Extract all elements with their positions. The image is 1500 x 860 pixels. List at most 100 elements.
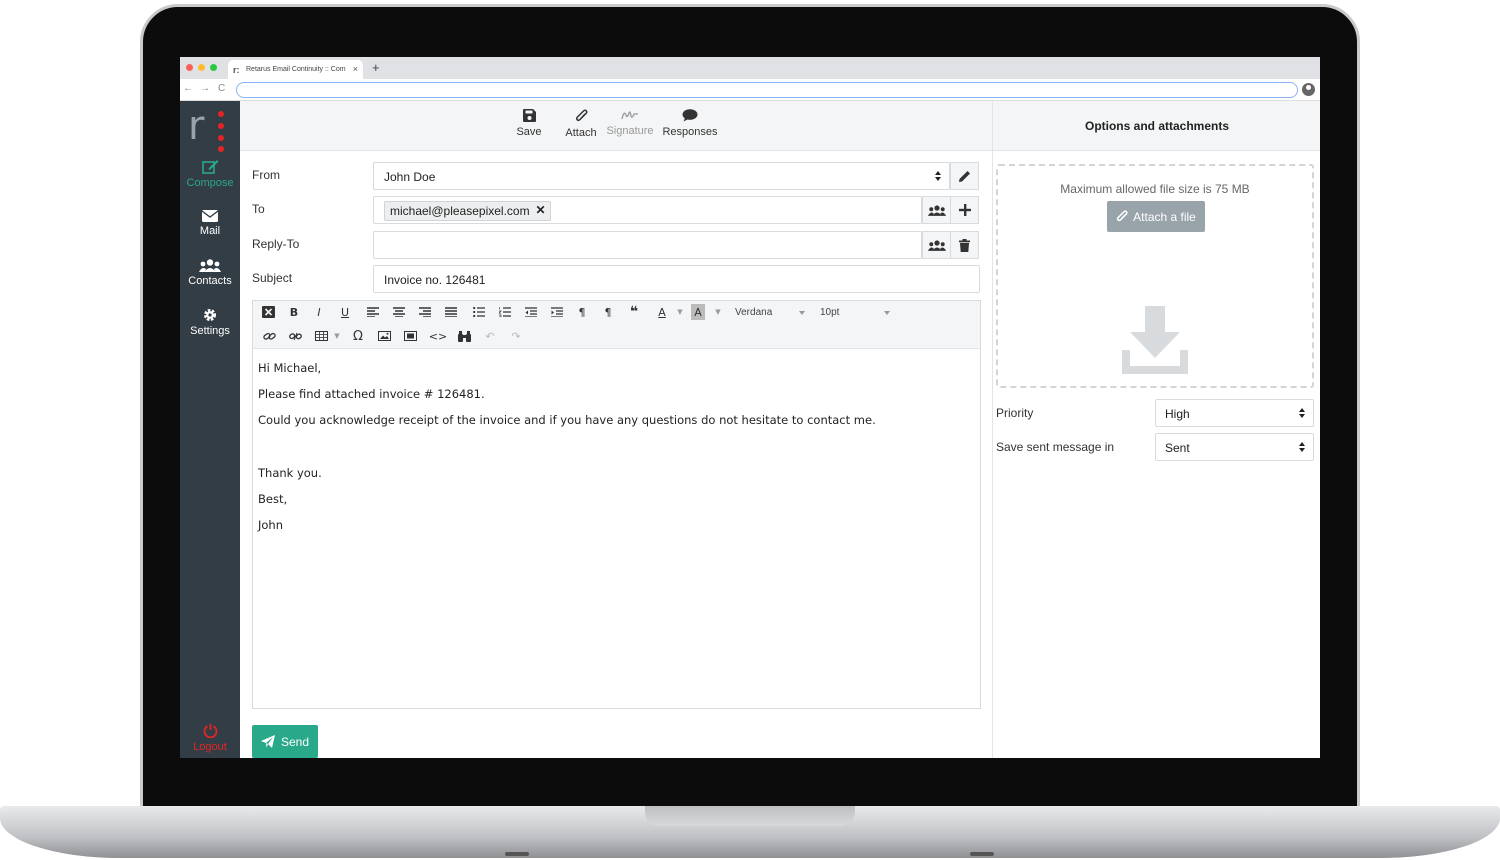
text-color-icon[interactable]: A (653, 304, 671, 320)
table-dropdown-icon[interactable]: ▼ (328, 328, 346, 344)
save-sent-label: Save sent message in (996, 440, 1115, 454)
align-left-icon[interactable] (364, 304, 382, 320)
clear-format-icon[interactable] (259, 304, 277, 320)
sidebar-item-compose[interactable]: Compose (180, 159, 240, 189)
indent-icon[interactable] (548, 304, 566, 320)
priority-label: Priority (996, 406, 1034, 420)
new-tab-button[interactable]: + (372, 60, 380, 75)
reply-to-label: Reply-To (252, 237, 300, 251)
close-window-button[interactable] (186, 64, 193, 71)
font-family-select[interactable]: Verdana (735, 307, 805, 321)
signature-button[interactable]: Signature (606, 109, 654, 137)
maximize-window-button[interactable] (210, 64, 217, 71)
attach-file-button[interactable]: Attach a file (1107, 201, 1205, 232)
background-color-icon[interactable]: A (691, 304, 705, 320)
italic-icon[interactable]: I (310, 304, 328, 320)
save-button[interactable]: Save (510, 109, 548, 138)
redo-icon[interactable]: ↷ (507, 328, 525, 344)
responses-button[interactable]: Responses (662, 109, 718, 138)
send-label: Send (280, 734, 310, 749)
save-sent-select[interactable]: Sent (1155, 433, 1314, 461)
find-replace-icon[interactable] (455, 328, 473, 344)
paperclip-icon (575, 109, 587, 122)
sidebar-item-label: Compose (186, 177, 234, 189)
message-editor[interactable]: B I U ¶ ¶ ❝ A ▼ A ▼ Verdana 10pt ▼ Ω <> … (252, 300, 981, 709)
from-select[interactable]: John Doe (373, 162, 950, 190)
sidebar-item-logout[interactable]: Logout (180, 723, 240, 753)
link-icon[interactable] (260, 328, 278, 344)
special-character-icon[interactable]: Ω (349, 328, 367, 344)
address-bar: ← → C (180, 79, 1320, 101)
align-justify-icon[interactable] (442, 304, 460, 320)
blockquote-icon[interactable]: ❝ (625, 304, 643, 320)
envelope-icon (202, 210, 218, 222)
ltr-direction-icon[interactable]: ¶ (599, 304, 617, 320)
attach-button[interactable]: Attach (560, 109, 602, 139)
app-sidebar: r Compose Mail Contacts Settings Logout (180, 101, 240, 758)
attachment-dropzone[interactable]: Maximum allowed file size is 75 MB Attac… (996, 164, 1314, 388)
reload-icon[interactable]: C (218, 83, 225, 94)
bold-icon[interactable]: B (285, 304, 303, 320)
url-input[interactable] (236, 82, 1298, 98)
underline-icon[interactable]: U (336, 304, 354, 320)
delete-reply-to-button[interactable] (950, 231, 979, 259)
bullet-list-icon[interactable] (470, 304, 488, 320)
subject-input[interactable]: Invoice no. 126481 (373, 265, 980, 293)
body-line: Thank you. (258, 466, 322, 480)
remove-recipient-icon[interactable]: ✕ (536, 203, 546, 217)
browser-tab[interactable]: r: Retarus Email Continuity :: Com × (228, 60, 363, 79)
laptop-foot (505, 852, 529, 856)
save-label: Save (516, 126, 542, 138)
send-button[interactable]: Send (252, 725, 318, 758)
users-icon (927, 239, 946, 251)
recipient-chip: michael@pleasepixel.com ✕ (384, 201, 551, 221)
body-line: John (258, 518, 284, 532)
back-icon[interactable]: ← (183, 83, 193, 94)
edit-identity-button[interactable] (950, 162, 979, 190)
minimize-window-button[interactable] (198, 64, 205, 71)
undo-icon[interactable]: ↶ (481, 328, 499, 344)
trash-icon (959, 238, 970, 252)
to-address-book-button[interactable] (922, 196, 951, 224)
options-panel: Options and attachments Maximum allowed … (992, 101, 1320, 758)
background-color-dropdown-icon[interactable]: ▼ (709, 304, 727, 320)
from-label: From (252, 168, 280, 182)
subject-label: Subject (252, 271, 293, 285)
add-recipient-field-button[interactable] (950, 196, 979, 224)
rtl-direction-icon[interactable]: ¶ (573, 304, 591, 320)
outdent-icon[interactable] (522, 304, 540, 320)
body-line: Could you acknowledge receipt of the inv… (258, 413, 876, 427)
sidebar-item-contacts[interactable]: Contacts (180, 259, 240, 287)
source-code-icon[interactable]: <> (429, 328, 447, 344)
align-center-icon[interactable] (390, 304, 408, 320)
text-color-dropdown-icon[interactable]: ▼ (671, 304, 689, 320)
save-sent-value: Sent (1165, 441, 1190, 455)
priority-value: High (1165, 407, 1190, 421)
compose-toolbar: Save Attach Signature Responses (240, 101, 992, 151)
select-arrows-icon (1299, 408, 1305, 420)
reply-to-input[interactable] (373, 231, 922, 259)
tab-close-icon[interactable]: × (353, 64, 358, 74)
forward-icon[interactable]: → (200, 83, 210, 94)
sidebar-item-mail[interactable]: Mail (180, 210, 240, 237)
image-icon[interactable] (375, 328, 393, 344)
sidebar-item-settings[interactable]: Settings (180, 308, 240, 337)
subject-value: Invoice no. 126481 (384, 273, 486, 287)
body-line: Best, (258, 492, 288, 506)
body-line: Please find attached invoice # 126481. (258, 387, 485, 401)
reply-to-address-book-button[interactable] (922, 231, 951, 259)
font-size-select[interactable]: 10pt (820, 307, 890, 321)
sidebar-item-label: Settings (190, 325, 230, 337)
align-right-icon[interactable] (416, 304, 434, 320)
media-icon[interactable] (401, 328, 419, 344)
speech-bubble-icon (682, 109, 698, 122)
retarus-favicon-icon: r: (233, 65, 240, 75)
priority-select[interactable]: High (1155, 399, 1314, 427)
profile-icon[interactable] (1302, 83, 1315, 96)
unlink-icon[interactable] (286, 328, 304, 344)
paper-plane-icon (260, 735, 275, 748)
attach-label: Attach (565, 127, 597, 139)
numbered-list-icon[interactable] (496, 304, 514, 320)
signature-icon (621, 111, 638, 120)
retarus-logo: r (188, 103, 228, 152)
